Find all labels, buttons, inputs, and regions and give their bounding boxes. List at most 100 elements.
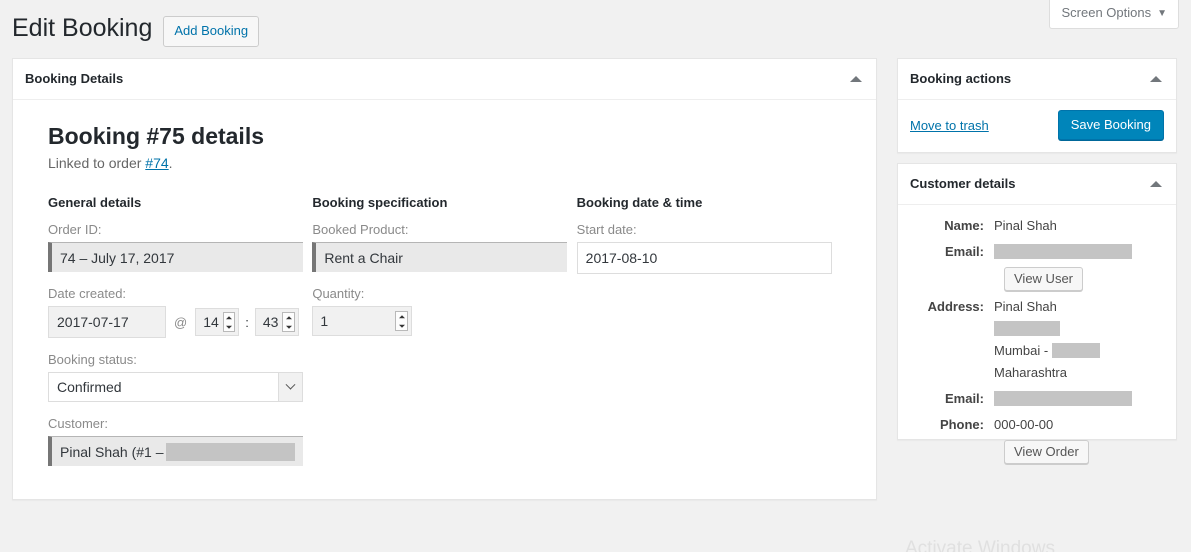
start-date-label: Start date: <box>576 222 637 238</box>
save-booking-button[interactable]: Save Booking <box>1057 110 1164 141</box>
booking-status-label: Booking status: <box>48 352 137 368</box>
booking-actions-panel-header: Booking actions <box>898 59 1176 101</box>
page-header: Edit Booking Add Booking <box>12 12 260 47</box>
customer-label: Customer: <box>48 416 108 432</box>
minute-value: 43 <box>262 314 279 331</box>
booked-product-field: Booked Product: Rent a Chair <box>312 222 576 273</box>
collapse-toggle-icon[interactable] <box>1150 181 1162 188</box>
address-line-1: Pinal Shah <box>994 299 1057 315</box>
screen-options-button[interactable]: Screen Options ▼ <box>1049 0 1179 29</box>
quantity-field: Quantity: 1 <box>312 286 576 337</box>
date-created-label: Date created: <box>48 286 127 302</box>
general-details-title: General details <box>48 195 142 211</box>
customer-email2-value <box>994 388 1162 410</box>
customer-details-panel-body: Name: Pinal Shah Email: View User Addres… <box>898 205 1176 483</box>
customer-phone-value: 000-00-00 <box>994 417 1054 433</box>
order-id-field: Order ID: 74 – July 17, 2017 <box>48 222 312 273</box>
customer-details-panel-header: Customer details <box>898 164 1176 206</box>
booking-status-field: Booking status: Confirmed <box>48 352 312 403</box>
at-symbol: @ <box>174 314 188 330</box>
move-to-trash-link[interactable]: Move to trash <box>910 118 989 133</box>
booking-columns: General details Order ID: 74 – July 17, … <box>48 195 841 480</box>
redacted-email-bar <box>994 244 1132 260</box>
booking-heading: Booking #75 details <box>48 123 265 150</box>
booking-specification-column: Booking specification Booked Product: Re… <box>312 195 576 350</box>
start-date-field: Start date: <box>576 222 841 275</box>
hour-stepper[interactable]: 14 <box>195 308 240 337</box>
linked-order-line: Linked to order #74. <box>48 155 841 171</box>
customer-name-row: Name: Pinal Shah <box>912 215 1162 237</box>
booking-details-panel-title: Booking Details <box>25 71 124 86</box>
activate-windows-watermark: Activate Windows <box>905 538 1055 552</box>
redacted-email2-bar <box>994 391 1132 407</box>
booking-actions-panel: Booking actions Move to trash Save Booki… <box>897 58 1177 154</box>
customer-phone-row: Phone: 000-00-00 <box>912 414 1162 436</box>
hour-spinner-icon[interactable] <box>222 312 236 333</box>
quantity-stepper[interactable]: 1 <box>312 306 413 337</box>
linked-order-link[interactable]: #74 <box>145 155 168 171</box>
screen-options-label: Screen Options <box>1061 5 1152 20</box>
redacted-address-bar <box>994 321 1060 337</box>
booking-datetime-title: Booking date & time <box>576 195 703 211</box>
customer-address-row: Address: Pinal Shah Mumbai - Maharashtra <box>912 296 1162 384</box>
booking-specification-title: Booking specification <box>312 195 448 211</box>
booking-details-panel-body: Booking #75 details Linked to order #74.… <box>13 100 876 504</box>
date-created-input[interactable] <box>48 306 166 339</box>
quantity-spinner-icon[interactable] <box>395 311 409 332</box>
booking-actions-panel-body: Move to trash Save Booking <box>898 100 1176 152</box>
view-order-button[interactable]: View Order <box>1004 440 1089 465</box>
page-title: Edit Booking <box>12 14 153 42</box>
address-line-2 <box>994 318 1162 340</box>
linked-order-suffix: . <box>168 155 173 172</box>
booking-status-value: Confirmed <box>57 379 122 396</box>
minute-spinner-icon[interactable] <box>282 312 295 333</box>
date-created-field: Date created: @ 14 : 43 <box>48 286 312 339</box>
booking-datetime-column: Booking date & time Start date: <box>576 195 841 288</box>
booked-product-label: Booked Product: <box>312 222 409 238</box>
date-created-row: @ 14 : 43 <box>48 306 312 339</box>
customer-email-label: Email: <box>944 244 984 260</box>
chevron-down-icon: ▼ <box>1157 8 1167 19</box>
address-city-line: Mumbai - <box>994 340 1162 362</box>
customer-phone-label: Phone: <box>939 417 984 433</box>
customer-address-value: Pinal Shah Mumbai - Maharashtra <box>994 296 1162 384</box>
add-booking-button[interactable]: Add Booking <box>163 16 260 47</box>
booked-product-select[interactable]: Rent a Chair <box>312 242 568 273</box>
customer-email2-row: Email: <box>912 388 1162 410</box>
linked-order-prefix: Linked to order <box>48 155 146 172</box>
order-id-label: Order ID: <box>48 222 102 238</box>
view-user-row: View User <box>1004 267 1162 292</box>
booking-status-select[interactable]: Confirmed <box>48 372 303 403</box>
order-id-value: 74 – July 17, 2017 <box>60 249 175 266</box>
view-order-row: View Order <box>1004 440 1162 465</box>
booking-details-panel: Booking Details Booking #75 details Link… <box>12 58 877 500</box>
customer-email2-label: Email: <box>944 391 984 407</box>
customer-email-row: Email: <box>912 241 1162 263</box>
collapse-toggle-icon[interactable] <box>850 76 862 83</box>
customer-email-value <box>994 241 1162 263</box>
collapse-toggle-icon[interactable] <box>1150 76 1162 83</box>
time-separator: : <box>245 314 249 330</box>
customer-address-label: Address: <box>927 299 984 315</box>
order-id-select[interactable]: 74 – July 17, 2017 <box>48 242 303 273</box>
quantity-value: 1 <box>320 313 329 330</box>
redacted-customer-email <box>165 442 295 461</box>
hour-value: 14 <box>203 314 219 331</box>
address-state: Maharashtra <box>994 365 1067 381</box>
view-user-button[interactable]: View User <box>1004 267 1084 292</box>
start-date-input[interactable] <box>576 242 832 275</box>
general-details-column: General details Order ID: 74 – July 17, … <box>48 195 312 480</box>
customer-details-panel-title: Customer details <box>910 176 1016 191</box>
quantity-label: Quantity: <box>312 286 365 302</box>
address-city: Mumbai - <box>994 343 1052 359</box>
customer-value: Pinal Shah (#1 – <box>60 443 164 460</box>
customer-field: Customer: Pinal Shah (#1 – <box>48 416 312 467</box>
redacted-zip-bar <box>1051 343 1100 359</box>
minute-stepper[interactable]: 43 <box>254 308 299 337</box>
booked-product-value: Rent a Chair <box>324 249 403 266</box>
customer-details-panel: Customer details Name: Pinal Shah Email:… <box>897 163 1177 465</box>
admin-screen: Screen Options ▼ Edit Booking Add Booking… <box>0 0 1191 552</box>
customer-select[interactable]: Pinal Shah (#1 – <box>48 436 303 467</box>
chevron-down-icon <box>278 373 302 402</box>
booking-actions-panel-title: Booking actions <box>910 71 1012 86</box>
